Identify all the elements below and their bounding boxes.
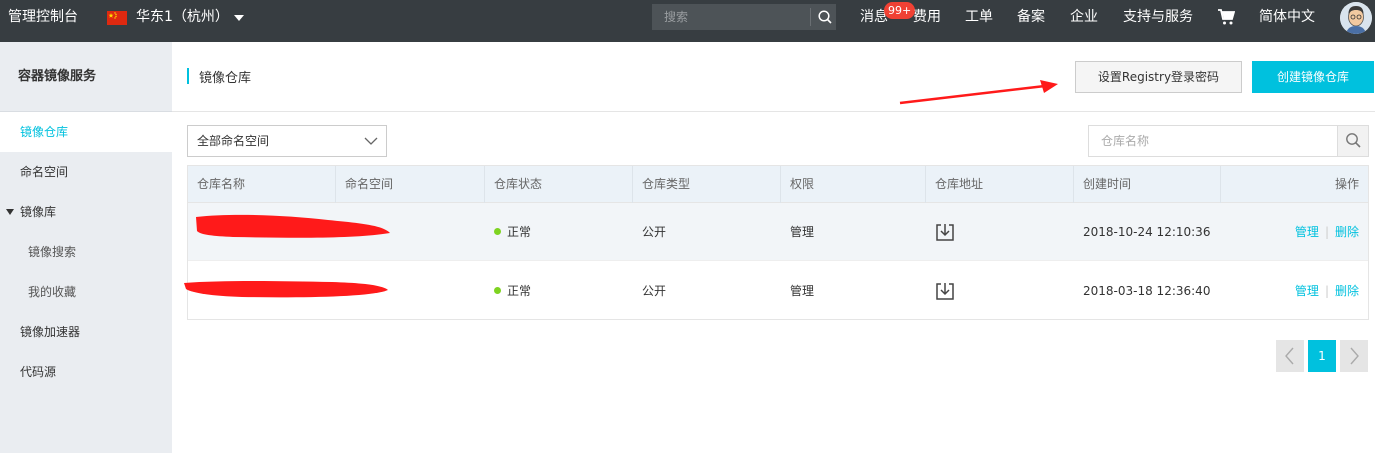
nav-tickets[interactable]: 工单 bbox=[965, 0, 993, 42]
title-accent-bar bbox=[187, 68, 189, 84]
repository-table: 仓库名称 命名空间 仓库状态 仓库类型 权限 仓库地址 创建时间 操作 正常 公… bbox=[184, 165, 1369, 320]
column-header-actions: 操作 bbox=[1334, 177, 1359, 191]
action-separator: | bbox=[1324, 225, 1329, 239]
column-header-permission: 权限 bbox=[781, 166, 926, 203]
address-cell bbox=[926, 262, 954, 320]
created-cell: 2018-10-24 12:10:36 bbox=[1083, 225, 1211, 239]
status-ok-dot bbox=[494, 287, 501, 294]
create-repository-button[interactable]: 创建镜像仓库 bbox=[1252, 61, 1374, 93]
search-icon bbox=[1346, 133, 1361, 148]
set-registry-password-button[interactable]: 设置Registry登录密码 bbox=[1075, 61, 1242, 93]
sidebar-item-label: 命名空间 bbox=[20, 165, 69, 179]
repository-search-button[interactable] bbox=[1337, 126, 1368, 156]
permission-cell: 管理 bbox=[790, 284, 815, 298]
status-ok-dot bbox=[494, 228, 501, 235]
global-search-input[interactable] bbox=[653, 5, 810, 29]
type-cell: 公开 bbox=[642, 284, 667, 298]
manage-link[interactable]: 管理 bbox=[1295, 225, 1319, 239]
page-title: 镜像仓库 bbox=[199, 71, 252, 86]
sidebar: 容器镜像服务 镜像仓库 命名空间 镜像库 镜像搜索 我的收藏 镜像加速器 代码源 bbox=[0, 42, 172, 453]
messages-badge: 99+ bbox=[884, 2, 916, 19]
top-navbar: 管理控制台 华东1（杭州） 消息 99+ 费用 工单 备案 企业 支持与服务 简… bbox=[0, 0, 1375, 42]
column-header-namespace: 命名空间 bbox=[336, 166, 485, 203]
sidebar-item-namespaces[interactable]: 命名空间 bbox=[0, 152, 172, 192]
created-cell: 2018-03-18 12:36:40 bbox=[1083, 284, 1211, 298]
chevron-right-icon bbox=[1350, 347, 1359, 365]
page-header: 镜像仓库 设置Registry登录密码 创建镜像仓库 bbox=[172, 42, 1375, 112]
actions-cell: 管理 | 删除 bbox=[1221, 203, 1368, 261]
pagination-next-button[interactable] bbox=[1340, 340, 1368, 372]
nav-icp[interactable]: 备案 bbox=[1017, 0, 1045, 42]
status-text: 正常 bbox=[507, 284, 532, 298]
table-row: 正常 公开 管理 2018-03-18 12:36:40 管理 | 删除 bbox=[184, 262, 1368, 320]
chevron-down-icon bbox=[364, 137, 378, 145]
sidebar-item-label: 我的收藏 bbox=[28, 285, 77, 299]
status-text: 正常 bbox=[507, 225, 532, 239]
table-header: 仓库名称 命名空间 仓库状态 仓库类型 权限 仓库地址 创建时间 操作 bbox=[188, 166, 1368, 203]
repository-search-input[interactable] bbox=[1089, 126, 1338, 156]
sidebar-item-favorites[interactable]: 我的收藏 bbox=[0, 272, 172, 312]
nav-enterprise[interactable]: 企业 bbox=[1070, 0, 1098, 42]
nav-support[interactable]: 支持与服务 bbox=[1123, 0, 1193, 42]
sidebar-title: 容器镜像服务 bbox=[0, 42, 172, 112]
namespace-select[interactable]: 全部命名空间 bbox=[187, 125, 387, 157]
namespace-select-value: 全部命名空间 bbox=[197, 134, 270, 148]
sidebar-item-image-library[interactable]: 镜像库 bbox=[0, 192, 172, 232]
delete-link[interactable]: 删除 bbox=[1335, 284, 1359, 298]
region-caret-icon[interactable] bbox=[234, 15, 244, 21]
column-header-address: 仓库地址 bbox=[926, 166, 1074, 203]
expand-triangle-icon[interactable] bbox=[6, 209, 14, 215]
column-header-type: 仓库类型 bbox=[633, 166, 781, 203]
redaction-mark bbox=[184, 281, 388, 298]
redaction-mark bbox=[196, 214, 390, 238]
search-icon[interactable] bbox=[817, 9, 833, 25]
global-search bbox=[652, 4, 836, 30]
sidebar-item-label: 镜像加速器 bbox=[20, 325, 81, 339]
china-flag-icon bbox=[107, 11, 127, 25]
sidebar-item-accelerator[interactable]: 镜像加速器 bbox=[0, 312, 172, 352]
sidebar-item-repositories[interactable]: 镜像仓库 bbox=[0, 112, 172, 152]
language-selector[interactable]: 简体中文 bbox=[1259, 0, 1315, 42]
nav-billing[interactable]: 费用 bbox=[913, 0, 941, 42]
pagination-page-current[interactable]: 1 bbox=[1308, 340, 1336, 372]
download-icon[interactable] bbox=[935, 222, 955, 242]
action-separator: | bbox=[1324, 284, 1329, 298]
user-avatar[interactable] bbox=[1340, 2, 1372, 34]
column-header-name: 仓库名称 bbox=[188, 166, 336, 203]
status-cell: 正常 bbox=[485, 262, 531, 320]
sidebar-item-label: 镜像库 bbox=[20, 205, 57, 219]
sidebar-item-label: 代码源 bbox=[20, 365, 57, 379]
repository-search bbox=[1088, 125, 1369, 157]
sidebar-item-image-search[interactable]: 镜像搜索 bbox=[0, 232, 172, 272]
type-cell: 公开 bbox=[642, 225, 667, 239]
sidebar-item-label: 镜像仓库 bbox=[20, 125, 69, 139]
delete-link[interactable]: 删除 bbox=[1335, 225, 1359, 239]
sidebar-item-label: 镜像搜索 bbox=[28, 245, 77, 259]
address-cell bbox=[926, 203, 954, 261]
column-header-created: 创建时间 bbox=[1074, 166, 1221, 203]
permission-cell: 管理 bbox=[790, 225, 815, 239]
status-cell: 正常 bbox=[485, 203, 531, 261]
chevron-left-icon bbox=[1285, 347, 1294, 365]
column-header-status: 仓库状态 bbox=[485, 166, 633, 203]
cart-icon[interactable] bbox=[1217, 8, 1235, 26]
table-row: 正常 公开 管理 2018-10-24 12:10:36 管理 | 删除 bbox=[188, 203, 1368, 261]
download-icon[interactable] bbox=[935, 281, 955, 301]
pagination-prev-button[interactable] bbox=[1276, 340, 1304, 372]
console-link[interactable]: 管理控制台 bbox=[8, 0, 78, 42]
sidebar-item-code-source[interactable]: 代码源 bbox=[0, 352, 172, 392]
actions-cell: 管理 | 删除 bbox=[1221, 262, 1368, 320]
region-selector[interactable]: 华东1（杭州） bbox=[136, 0, 229, 42]
manage-link[interactable]: 管理 bbox=[1295, 284, 1319, 298]
annotation-arrow bbox=[899, 80, 1058, 105]
